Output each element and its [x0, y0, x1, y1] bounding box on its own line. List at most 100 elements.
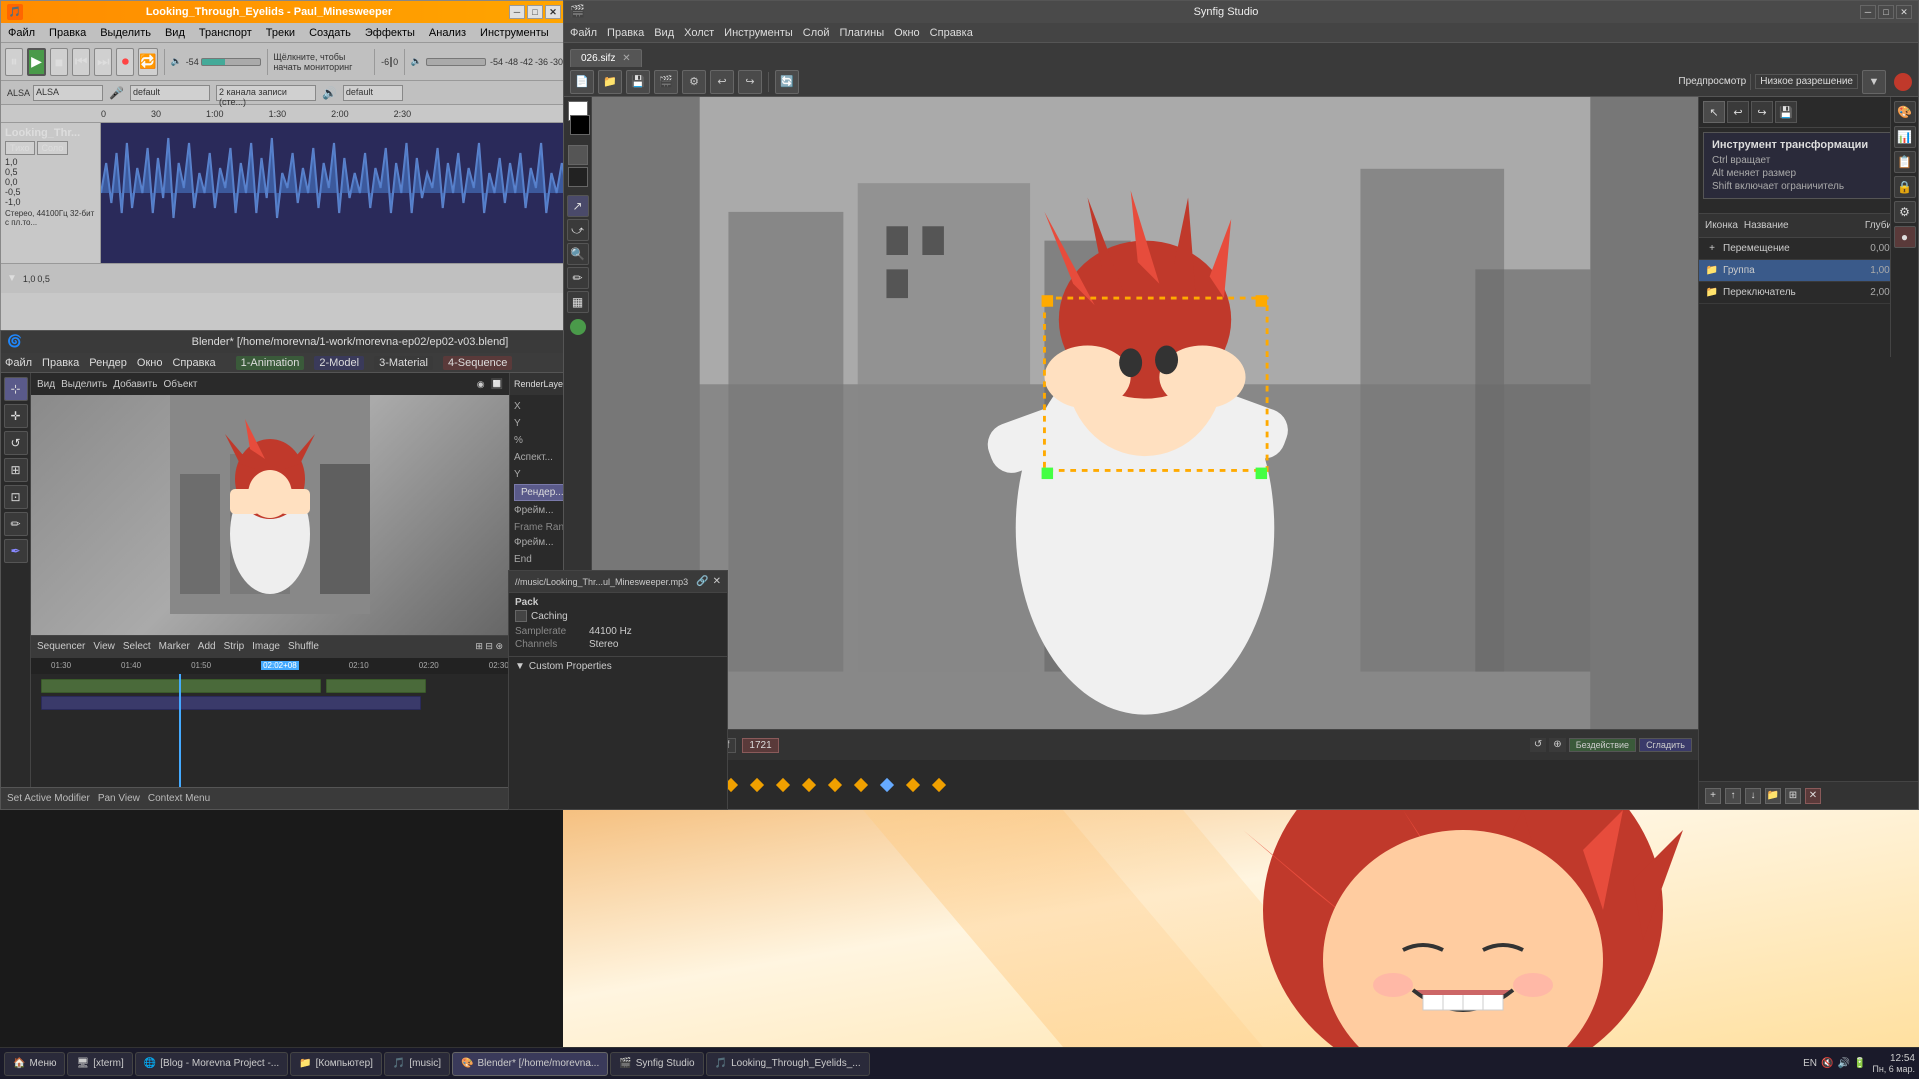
minimize-button[interactable]: ─ [509, 5, 525, 19]
play-button[interactable]: ▶ [27, 48, 46, 76]
taskbar-menu[interactable]: 🏠 Меню [4, 1052, 65, 1076]
preview-label[interactable]: Предпросмотр [1678, 76, 1746, 87]
volume-slider[interactable] [201, 58, 261, 66]
current-frame[interactable]: 1721 [742, 738, 778, 753]
bl-menu-window[interactable]: Окно [137, 357, 163, 369]
seq-view[interactable]: View [93, 641, 115, 652]
input-select[interactable]: default [130, 85, 210, 101]
syn-close[interactable]: ✕ [1896, 5, 1912, 19]
taskbar-audacity[interactable]: 🎵 Looking_Through_Eyelids_... [706, 1052, 870, 1076]
syn-maximize[interactable]: □ [1878, 5, 1894, 19]
color-bg[interactable] [570, 115, 590, 135]
syn-refresh[interactable]: 🔄 [775, 70, 799, 94]
mute-button[interactable]: Тихо [5, 141, 35, 155]
syn-r2[interactable]: 📊 [1894, 126, 1916, 148]
bl-select-tool[interactable]: ⊹ [4, 377, 28, 401]
bl-move-tool[interactable]: ✛ [4, 404, 28, 428]
syn-save[interactable]: 💾 [626, 70, 650, 94]
bl-layout-1[interactable]: 1-Animation [236, 356, 305, 370]
syn-gradient[interactable]: ▦ [567, 291, 589, 313]
menu-tracks[interactable]: Треки [263, 26, 298, 40]
syn-r4[interactable]: 🔒 [1894, 176, 1916, 198]
loop-btn[interactable]: ↺ [1530, 738, 1546, 752]
pan-view-label[interactable]: Pan View [98, 793, 140, 804]
stop-button[interactable]: ■ [50, 48, 68, 76]
right-redo-tool[interactable]: ↪ [1751, 101, 1773, 123]
syn-menu-instruments[interactable]: Инструменты [724, 27, 793, 39]
bl-pencil-tool[interactable]: ✒ [4, 539, 28, 563]
color-outline[interactable] [568, 145, 588, 165]
taskbar-blender[interactable]: 🎨 Blender* [/home/morevna... [452, 1052, 608, 1076]
alsa-select[interactable]: ALSA [33, 85, 103, 101]
syn-menu-canvas[interactable]: Холст [684, 27, 714, 39]
menu-file[interactable]: Файл [5, 26, 38, 40]
bl-scale-tool[interactable]: ⊞ [4, 458, 28, 482]
layer-del-btn[interactable]: ✕ [1805, 788, 1821, 804]
caching-checkbox[interactable] [515, 610, 527, 622]
layer-up-btn[interactable]: ↑ [1725, 788, 1741, 804]
bl-layout-3[interactable]: 3-Material [374, 356, 433, 370]
set-modifier-label[interactable]: Set Active Modifier [7, 793, 90, 804]
close-button[interactable]: ✕ [545, 5, 561, 19]
bl-transform-tool[interactable]: ⊡ [4, 485, 28, 509]
syn-render[interactable]: 🎬 [654, 70, 678, 94]
viewport-shade[interactable]: 🔲 [491, 379, 503, 390]
seq-strip-video2[interactable] [326, 679, 426, 693]
layer-item-move[interactable]: + Перемещение 0,000000 [1699, 238, 1918, 260]
seq-strips[interactable] [31, 674, 509, 787]
syn-menu-file[interactable]: Файл [570, 27, 597, 39]
syn-zoom[interactable]: 🔍 [567, 243, 589, 265]
record-button[interactable]: ⏺ [116, 48, 134, 76]
syn-menu-plugins[interactable]: Плагины [840, 27, 885, 39]
viewport-menu-view[interactable]: Вид [37, 379, 55, 390]
tab-close[interactable]: ✕ [622, 53, 630, 64]
menu-view[interactable]: Вид [162, 26, 188, 40]
seq-select[interactable]: Select [123, 641, 151, 652]
right-save-tool[interactable]: 💾 [1775, 101, 1797, 123]
syn-menu-help[interactable]: Справка [930, 27, 973, 39]
menu-select[interactable]: Выделить [97, 26, 154, 40]
channels-select[interactable]: 2 канала записи (сте...) [216, 85, 316, 101]
syn-new[interactable]: 📄 [570, 70, 594, 94]
syn-redo[interactable]: ↪ [738, 70, 762, 94]
menu-instruments[interactable]: Инструменты [477, 26, 552, 40]
layer-folder-btn[interactable]: 📁 [1765, 788, 1781, 804]
volume-slider-2[interactable] [426, 58, 486, 66]
seq-strip[interactable]: Strip [224, 641, 245, 652]
right-cursor-tool[interactable]: ↖ [1703, 101, 1725, 123]
viewport-menu-select[interactable]: Выделить [61, 379, 107, 390]
syn-quality-menu[interactable]: ▼ [1862, 70, 1886, 94]
render-btn[interactable]: ⊕ [1549, 738, 1565, 752]
loop-button[interactable]: 🔁 [138, 48, 157, 76]
pack-close-icon[interactable]: ✕ [713, 576, 721, 587]
bl-menu-file[interactable]: Файл [5, 357, 32, 369]
menu-analyze[interactable]: Анализ [426, 26, 469, 40]
layer-dup-btn[interactable]: ⊞ [1785, 788, 1801, 804]
menu-edit[interactable]: Правка [46, 26, 89, 40]
bl-menu-render[interactable]: Рендер [89, 357, 127, 369]
syn-transform[interactable]: ↗ [567, 195, 589, 217]
syn-undo[interactable]: ↩ [710, 70, 734, 94]
expand-icon[interactable]: ▼ [515, 661, 525, 672]
bl-menu-help[interactable]: Справка [172, 357, 215, 369]
syn-open[interactable]: 📁 [598, 70, 622, 94]
syn-menu-view[interactable]: Вид [654, 27, 674, 39]
quality-select[interactable]: Низкое разрешение [1755, 74, 1858, 89]
pause-button[interactable]: ⏸ [5, 48, 23, 76]
synfig-tab-026[interactable]: 026.sifz ✕ [570, 49, 642, 67]
taskbar-computer[interactable]: 📁 [Компьютер] [290, 1052, 382, 1076]
color-dark[interactable] [568, 167, 588, 187]
track-waveform[interactable] [101, 123, 567, 263]
blender-3d-viewport[interactable] [31, 373, 509, 635]
syn-r1[interactable]: 🎨 [1894, 101, 1916, 123]
seq-marker[interactable]: Marker [159, 641, 190, 652]
syn-menu-window[interactable]: Окно [894, 27, 920, 39]
syn-smooth[interactable]: ⤻ [567, 219, 589, 241]
taskbar-synfig[interactable]: 🎬 Synfig Studio [610, 1052, 703, 1076]
synfig-canvas[interactable]: 1,00000р [592, 97, 1698, 729]
bl-annotate-tool[interactable]: ✏ [4, 512, 28, 536]
bl-rotate-tool[interactable]: ↺ [4, 431, 28, 455]
taskbar-blog[interactable]: 🌐 [Blog - Morevna Project -... [135, 1052, 288, 1076]
syn-menu-edit[interactable]: Правка [607, 27, 644, 39]
skip-end-button[interactable]: ⏭ [94, 48, 112, 76]
